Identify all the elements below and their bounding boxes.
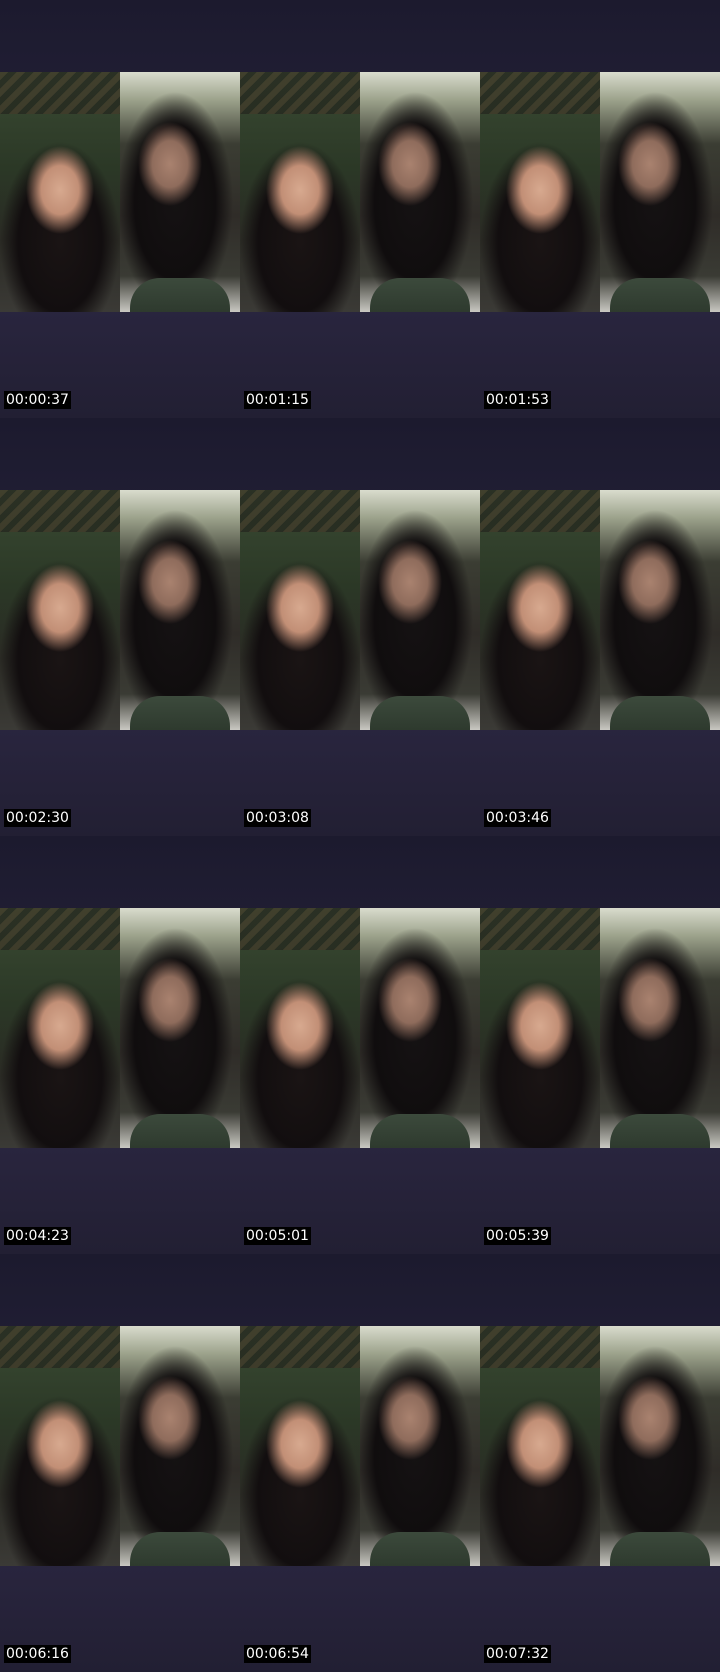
video-pane-left — [480, 908, 600, 1148]
video-pane-right — [120, 490, 240, 730]
thumbnail-grid: 00:00:37 00:01:15 00:01:53 00:02:30 00:0… — [0, 0, 720, 1672]
thumbnail-7[interactable]: 00:04:23 — [0, 836, 240, 1254]
video-pane-right — [120, 72, 240, 312]
thumbnail-8[interactable]: 00:05:01 — [240, 836, 480, 1254]
video-frame — [480, 1326, 720, 1566]
timestamp-label: 00:01:53 — [484, 391, 551, 409]
video-frame — [480, 490, 720, 730]
video-frame — [240, 72, 480, 312]
timestamp-label: 00:07:32 — [484, 1645, 551, 1663]
timestamp-label: 00:00:37 — [4, 391, 71, 409]
video-pane-right — [360, 1326, 480, 1566]
timestamp-label: 00:03:08 — [244, 809, 311, 827]
video-frame — [0, 72, 240, 312]
video-pane-left — [240, 72, 360, 312]
video-pane-left — [480, 1326, 600, 1566]
timestamp-label: 00:01:15 — [244, 391, 311, 409]
timestamp-label: 00:05:01 — [244, 1227, 311, 1245]
thumbnail-10[interactable]: 00:06:16 — [0, 1254, 240, 1672]
video-pane-right — [600, 72, 720, 312]
video-frame — [480, 908, 720, 1148]
video-pane-left — [0, 72, 120, 312]
video-frame — [240, 490, 480, 730]
thumbnail-3[interactable]: 00:01:53 — [480, 0, 720, 418]
video-pane-left — [0, 1326, 120, 1566]
video-pane-left — [0, 490, 120, 730]
thumbnail-2[interactable]: 00:01:15 — [240, 0, 480, 418]
thumbnail-4[interactable]: 00:02:30 — [0, 418, 240, 836]
video-pane-left — [480, 490, 600, 730]
thumbnail-9[interactable]: 00:05:39 — [480, 836, 720, 1254]
video-frame — [240, 908, 480, 1148]
thumbnail-12[interactable]: 00:07:32 — [480, 1254, 720, 1672]
video-frame — [0, 1326, 240, 1566]
video-pane-left — [480, 72, 600, 312]
timestamp-label: 00:05:39 — [484, 1227, 551, 1245]
video-pane-right — [600, 490, 720, 730]
video-pane-right — [600, 1326, 720, 1566]
video-pane-right — [360, 490, 480, 730]
video-pane-left — [240, 490, 360, 730]
video-pane-right — [600, 908, 720, 1148]
video-frame — [0, 908, 240, 1148]
thumbnail-1[interactable]: 00:00:37 — [0, 0, 240, 418]
timestamp-label: 00:06:54 — [244, 1645, 311, 1663]
video-pane-left — [240, 1326, 360, 1566]
timestamp-label: 00:02:30 — [4, 809, 71, 827]
thumbnail-11[interactable]: 00:06:54 — [240, 1254, 480, 1672]
timestamp-label: 00:06:16 — [4, 1645, 71, 1663]
video-frame — [480, 72, 720, 312]
video-frame — [0, 490, 240, 730]
video-pane-right — [360, 72, 480, 312]
video-frame — [240, 1326, 480, 1566]
thumbnail-5[interactable]: 00:03:08 — [240, 418, 480, 836]
video-pane-right — [120, 1326, 240, 1566]
video-pane-right — [360, 908, 480, 1148]
video-pane-left — [240, 908, 360, 1148]
timestamp-label: 00:04:23 — [4, 1227, 71, 1245]
timestamp-label: 00:03:46 — [484, 809, 551, 827]
video-pane-left — [0, 908, 120, 1148]
video-pane-right — [120, 908, 240, 1148]
thumbnail-6[interactable]: 00:03:46 — [480, 418, 720, 836]
